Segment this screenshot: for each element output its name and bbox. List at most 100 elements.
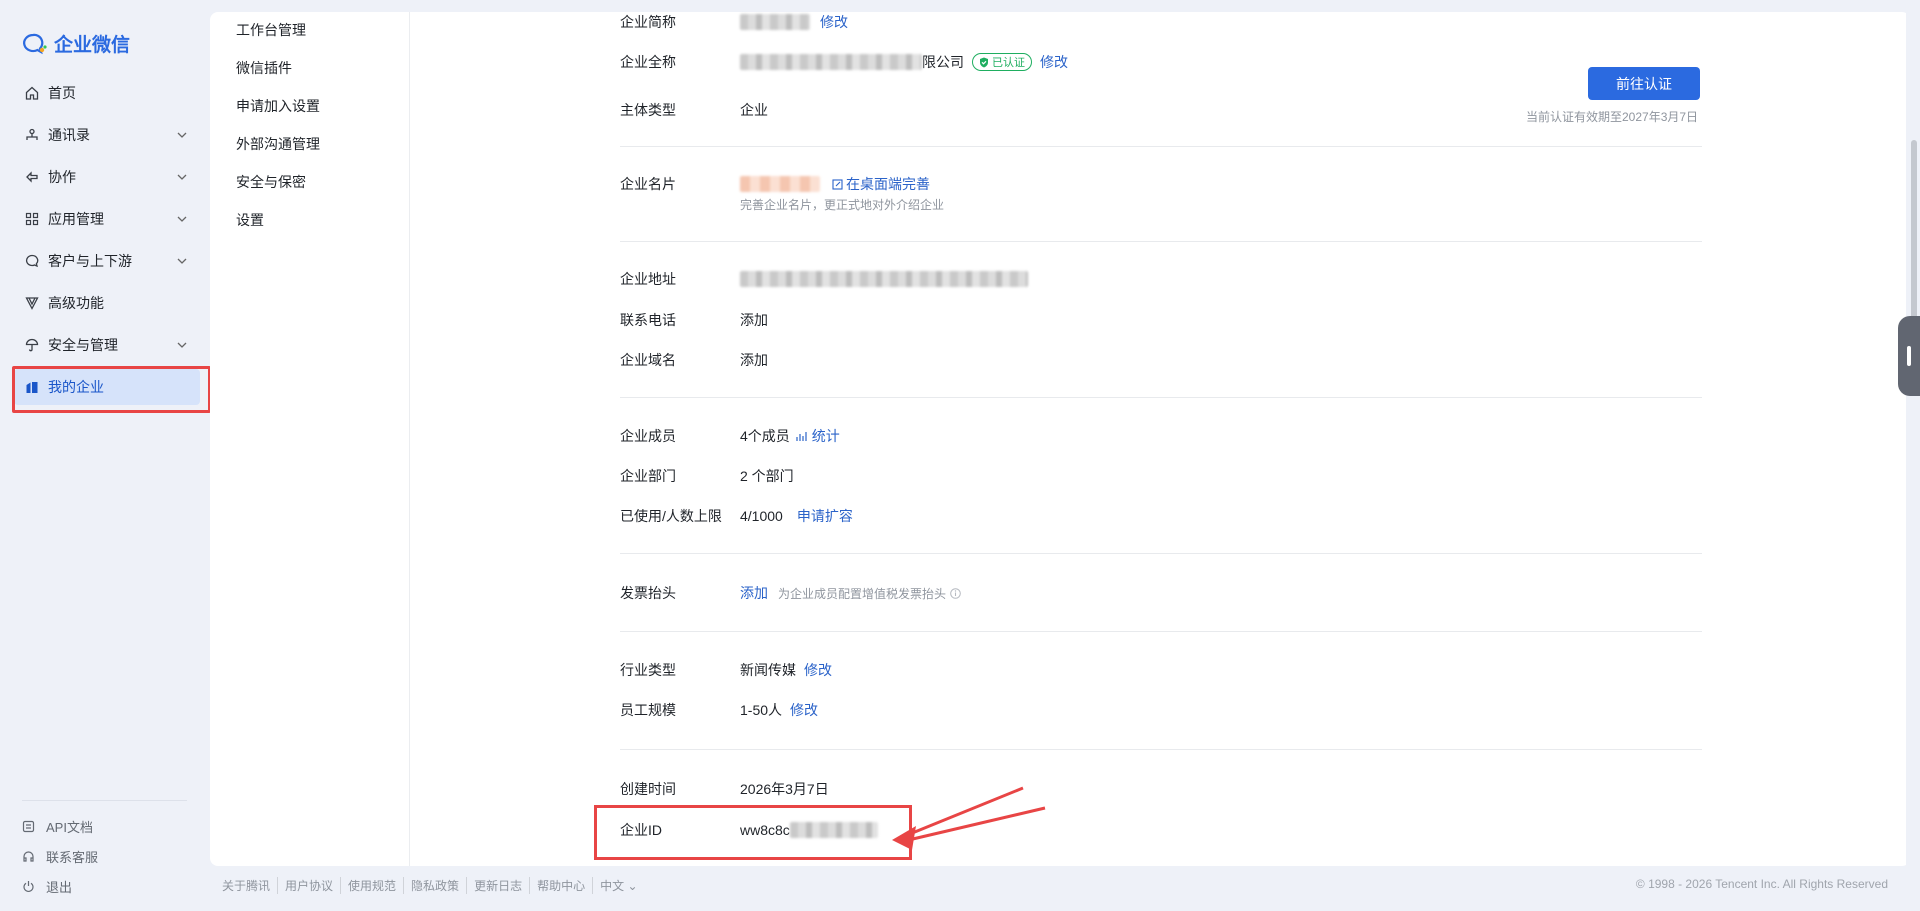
created-label: 创建时间 [620,781,676,797]
phone-label: 联系电话 [620,312,676,328]
sidebar-bottom: API文档 联系客服 退出 [22,800,187,901]
edit-full-name-link[interactable]: 修改 [1040,52,1068,72]
full-name-blurred [740,54,922,70]
member-stats-label: 统计 [811,428,840,444]
sidebar-item-advanced[interactable]: 高级功能 [14,285,200,321]
scrollbar[interactable] [1906,0,1920,911]
annotation-arrow-icon [892,786,1046,850]
sidebar-item-security[interactable]: 安全与管理 [14,327,200,363]
chevron-down-icon [176,170,188,186]
row-full-name: 企业全称 限公司 已认证 修改 [620,52,1068,72]
subject-type-label: 主体类型 [620,102,676,118]
row-subject-type: 主体类型 企业 [620,100,768,120]
sidebar-item-label: 安全与管理 [48,337,118,353]
row-members: 企业成员 4个成员 统计 [620,426,840,446]
industry-label: 行业类型 [620,662,676,678]
edit-scale-link[interactable]: 修改 [790,700,818,720]
certify-expiry-note: 当前认证有效期至2027年3月7日 [1526,110,1699,124]
full-name-suffix: 限公司 [922,54,964,70]
footer-link-user-agreement[interactable]: 用户协议 [278,877,342,894]
complete-on-desktop-link[interactable]: 在桌面端完善 [832,174,930,194]
row-created: 创建时间 2026年3月7日 [620,779,829,799]
capacity-label: 已使用/人数上限 [620,508,722,524]
row-domain: 企业域名 添加 [620,350,768,370]
sidebar-item-contacts[interactable]: 通讯录 [14,117,200,153]
add-domain-link[interactable]: 添加 [740,350,768,370]
wecom-logo-icon [23,33,47,54]
chevron-down-icon [176,338,188,354]
corp-id-blurred [789,822,878,838]
sidebar-item-apps[interactable]: 应用管理 [14,201,200,237]
member-stats-link[interactable]: 统计 [796,426,840,446]
members-value: 4个成员 [740,428,790,444]
footer-link-usage-rules[interactable]: 使用规范 [341,877,405,894]
short-name-blurred [740,14,810,30]
side-panel-handle[interactable] [1898,316,1920,396]
edit-industry-link[interactable]: 修改 [804,660,832,680]
divider [620,146,1702,147]
departments-value: 2 个部门 [740,468,794,484]
scale-label: 员工规模 [620,702,676,718]
language-select[interactable]: 中文 ⌄ [593,877,644,894]
industry-value: 新闻传媒 [740,662,796,678]
copyright: © 1998 - 2026 Tencent Inc. All Rights Re… [1635,877,1888,891]
chevron-down-icon [176,254,188,270]
chevron-down-icon: ⌄ [627,879,638,893]
chat-icon [24,253,40,269]
row-business-card: 企业名片 在桌面端完善 [620,174,930,194]
logo-text: 企业微信 [54,35,131,56]
api-doc-label: API文档 [46,819,93,835]
divider [620,397,1702,398]
add-invoice-link[interactable]: 添加 [740,583,768,603]
sidebar-item-label: 通讯录 [48,127,90,143]
sidebar-item-my-company[interactable]: 我的企业 [14,369,200,405]
sidebar-item-label: 首页 [48,85,76,101]
go-certify-button[interactable]: 前往认证 [1588,67,1700,100]
apply-expansion-link[interactable]: 申请扩容 [797,506,853,526]
logout-link[interactable]: 退出 [22,871,187,901]
footer-link-help[interactable]: 帮助中心 [530,877,594,894]
footer-link-about[interactable]: 关于腾讯 [222,877,279,894]
domain-label: 企业域名 [620,352,676,368]
complete-on-desktop-label: 在桌面端完善 [846,176,930,192]
address-blurred [740,271,1028,287]
sidebar-item-customers[interactable]: 客户与上下游 [14,243,200,279]
sidebar-item-collab[interactable]: 协作 [14,159,200,195]
contact-support-label: 联系客服 [46,849,99,865]
sidebar-item-label: 高级功能 [48,295,104,311]
full-name-label: 企业全称 [620,54,676,70]
home-icon [24,85,40,101]
contact-support-link[interactable]: 联系客服 [22,841,187,871]
row-scale: 员工规模 1-50人 修改 [620,700,818,720]
info-icon[interactable] [950,587,961,599]
departments-label: 企业部门 [620,468,676,484]
corp-id-label: 企业ID [620,822,662,838]
power-icon [22,880,38,893]
building-icon [24,379,40,395]
sidebar-item-home[interactable]: 首页 [14,75,200,111]
created-value: 2026年3月7日 [740,781,829,797]
api-doc-link[interactable]: API文档 [22,811,187,841]
corp-id-prefix[interactable]: ww8c8c [740,822,790,838]
sidebar-item-label: 我的企业 [48,379,104,395]
chevron-down-icon [176,128,188,144]
headset-icon [22,850,38,863]
members-label: 企业成员 [620,428,676,444]
footer-link-privacy[interactable]: 隐私政策 [404,877,468,894]
add-phone-link[interactable]: 添加 [740,310,768,330]
stats-icon [796,431,807,441]
row-industry: 行业类型 新闻传媒 修改 [620,660,832,680]
subject-type-value: 企业 [740,102,768,118]
logo[interactable]: 企业微信 [22,30,130,57]
capacity-value: 4/1000 [740,508,783,524]
verified-badge: 已认证 [972,53,1032,71]
footer-link-changelog[interactable]: 更新日志 [467,877,531,894]
row-phone: 联系电话 添加 [620,310,768,330]
umbrella-icon [24,337,40,353]
invoice-hint: 为企业成员配置增值税发票抬头 [778,586,947,601]
edit-short-name-link[interactable]: 修改 [820,12,848,32]
row-address: 企业地址 [620,269,1028,289]
divider [620,631,1702,632]
sidebar-item-label: 协作 [48,169,76,185]
invoice-label: 发票抬头 [620,585,676,601]
